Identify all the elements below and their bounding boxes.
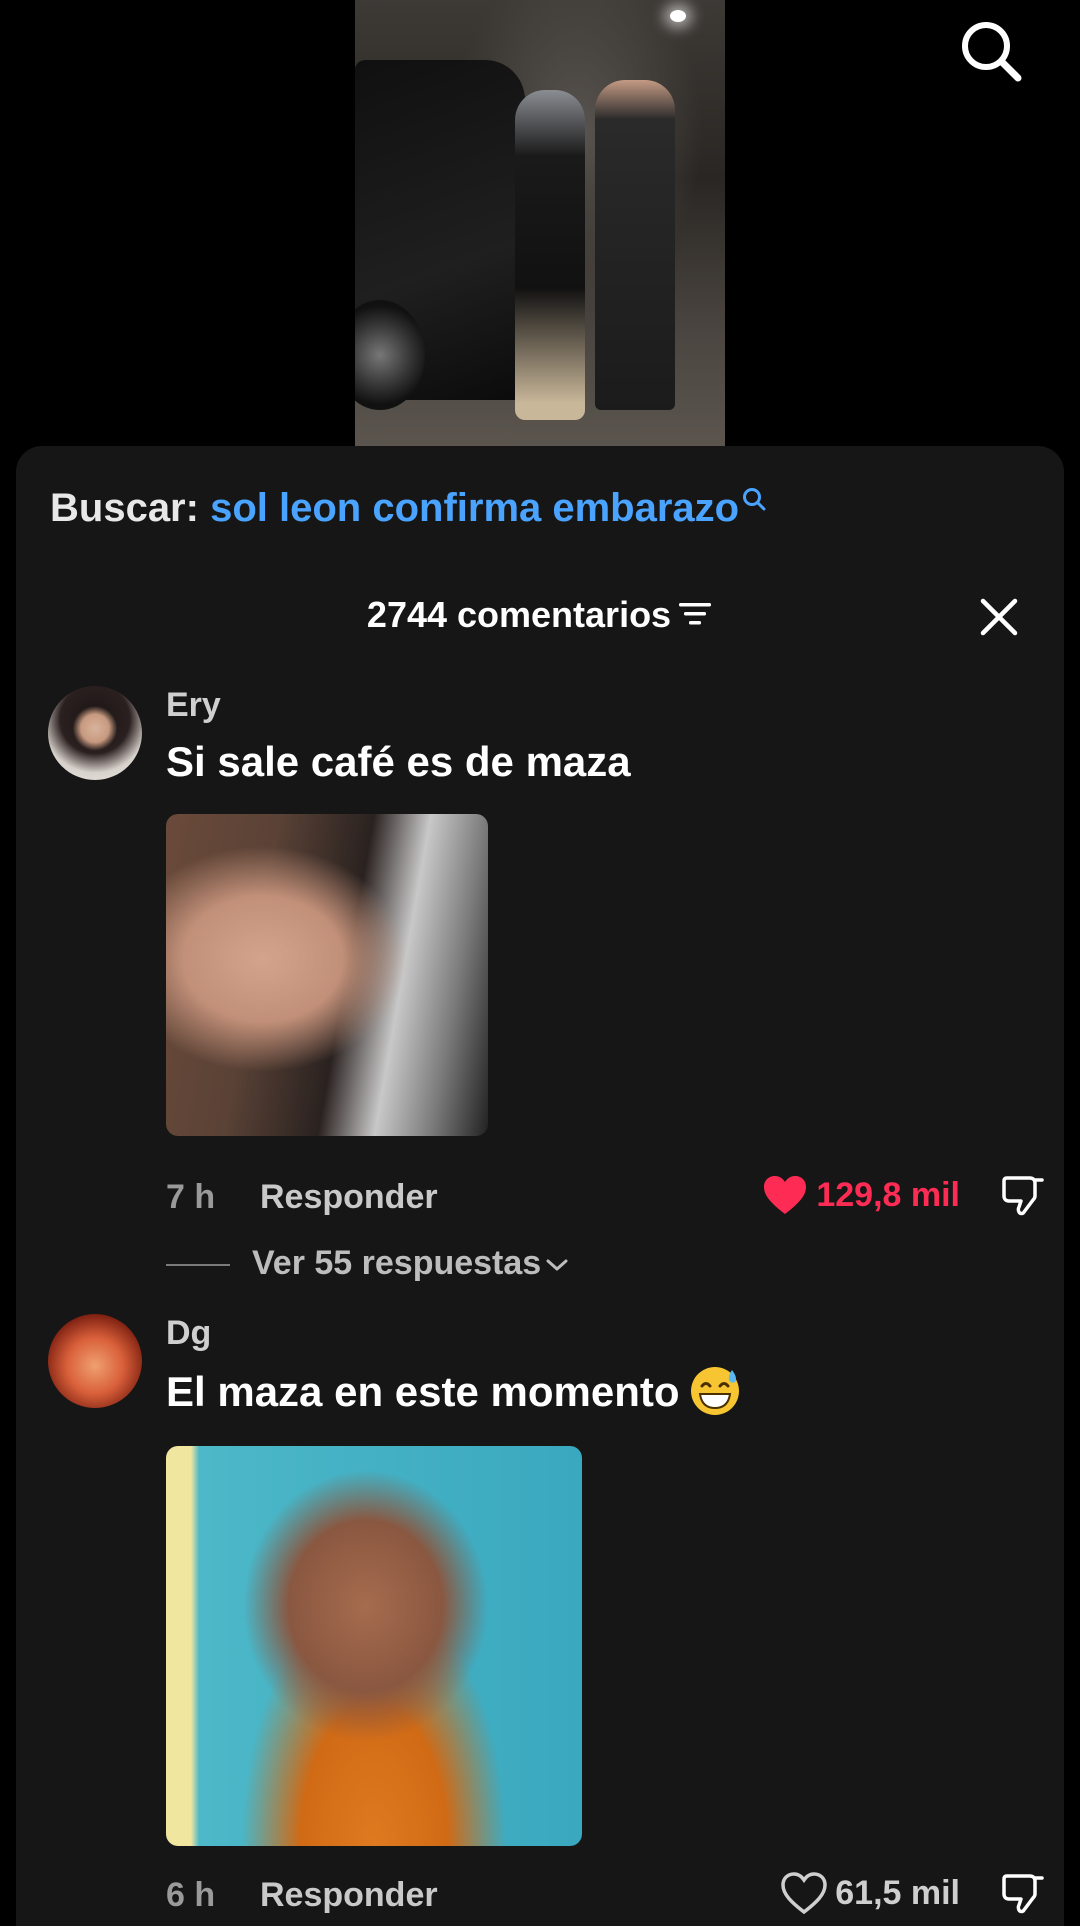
video-frame[interactable] [355,0,725,446]
comment-username[interactable]: Ery [166,686,221,725]
search-suggestion[interactable]: Buscar: sol leon confirma embarazo [50,486,767,531]
chevron-down-icon [546,1259,568,1271]
comment-username[interactable]: Dg [166,1314,211,1353]
comment-text: Si sale café es de maza [166,738,631,785]
comments-sheet: Buscar: sol leon confirma embarazo 2744 … [16,446,1064,1926]
like-count: 61,5 mil [835,1873,960,1912]
comment-image[interactable] [166,1446,582,1846]
filter-icon[interactable] [679,601,713,627]
comment-text-body: El maza en este momento [166,1368,680,1415]
sweat-smile-emoji [690,1366,739,1415]
video-person-shape [515,90,585,420]
dislike-icon[interactable] [1000,1172,1046,1218]
video-light-shape [670,10,686,22]
view-replies-label: Ver 55 respuestas [252,1244,542,1282]
dislike-icon[interactable] [1000,1870,1046,1916]
avatar[interactable] [48,1314,142,1408]
replies-divider [166,1264,230,1267]
avatar[interactable] [48,686,142,780]
close-icon[interactable] [974,592,1024,642]
like-button[interactable]: 61,5 mil [781,1872,960,1914]
comment-text: El maza en este momento [166,1366,742,1418]
comment-time: 7 h [166,1178,216,1216]
video-person-shape [595,80,675,410]
like-count: 129,8 mil [816,1175,960,1214]
heart-icon [781,1872,828,1914]
heart-icon [764,1176,807,1214]
comments-count: 2744 comentarios [366,594,672,635]
search-label: Buscar: [50,486,199,530]
search-query-link[interactable]: sol leon confirma embarazo [210,486,739,530]
video-player[interactable] [0,0,1080,450]
like-button[interactable]: 129,8 mil [762,1174,960,1216]
reply-button[interactable]: Responder [260,1178,438,1217]
comments-count-wrap[interactable]: 2744 comentarios [16,594,1064,636]
comments-header: 2744 comentarios [16,586,1064,656]
comment-image[interactable] [166,814,488,1136]
comment-actions: 7 h Responder 129,8 mil [166,1176,1046,1228]
view-replies-button[interactable]: Ver 55 respuestas [166,1244,569,1288]
comment-actions: 6 h Responder 61,5 mil [166,1872,1046,1926]
search-icon [743,488,766,511]
reply-button[interactable]: Responder [260,1876,438,1915]
comment-time: 6 h [166,1876,216,1914]
search-icon[interactable] [958,18,1024,84]
